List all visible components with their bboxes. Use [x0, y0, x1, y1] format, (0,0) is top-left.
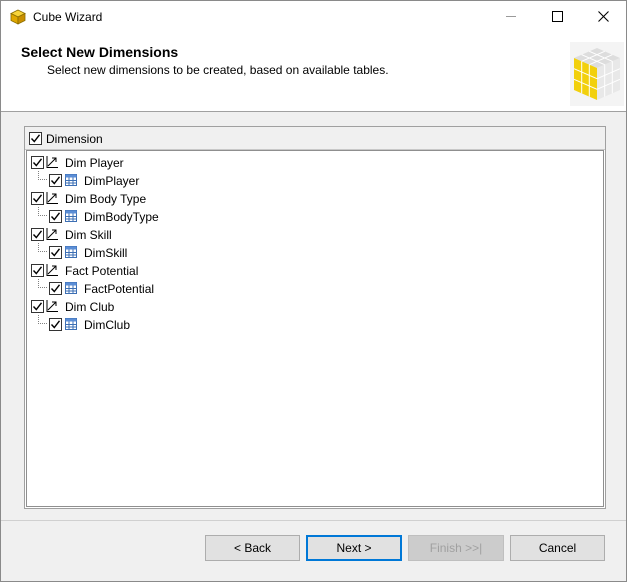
next-button[interactable]: Next > — [306, 535, 402, 561]
wizard-header: Select New Dimensions Select new dimensi… — [1, 32, 626, 112]
page-subtitle: Select new dimensions to be created, bas… — [47, 63, 389, 77]
dimension-icon — [46, 156, 58, 168]
dimension-icon — [46, 228, 58, 240]
table-icon — [65, 210, 77, 222]
window-title: Cube Wizard — [33, 10, 103, 24]
dimension-label: Dim Club — [65, 300, 115, 314]
table-row[interactable]: FactPotential — [27, 279, 587, 297]
dimension-icon — [46, 300, 58, 312]
dimension-row[interactable]: Dim Body Type — [27, 189, 587, 207]
table-checkbox[interactable] — [49, 246, 62, 259]
dimension-checkbox[interactable] — [31, 300, 44, 313]
dimension-row[interactable]: Fact Potential — [27, 261, 587, 279]
dimension-row[interactable]: Dim Player — [27, 153, 587, 171]
table-row[interactable]: DimBodyType — [27, 207, 587, 225]
table-row[interactable]: DimSkill — [27, 243, 587, 261]
cancel-button[interactable]: Cancel — [510, 535, 605, 561]
dimension-checkbox[interactable] — [31, 264, 44, 277]
dimension-checkbox[interactable] — [31, 192, 44, 205]
dimension-label: Dim Player — [65, 156, 124, 170]
table-icon — [65, 246, 77, 258]
dimension-label: Dim Skill — [65, 228, 112, 242]
finish-button: Finish >>| — [408, 535, 504, 561]
table-label: DimSkill — [84, 246, 128, 260]
dimension-column-label: Dimension — [46, 132, 103, 146]
table-row[interactable]: DimClub — [27, 315, 587, 333]
table-label: DimBodyType — [84, 210, 159, 224]
dimension-row[interactable]: Dim Club — [27, 297, 587, 315]
close-button[interactable] — [580, 1, 626, 32]
maximize-icon — [551, 11, 563, 22]
cube-banner-icon — [570, 42, 624, 106]
dimension-row[interactable]: Dim Skill — [27, 225, 587, 243]
cube-wizard-window: Cube Wizard Select New Dimensions Select… — [0, 0, 627, 582]
close-icon — [597, 11, 609, 22]
back-button[interactable]: < Back — [205, 535, 300, 561]
dimension-checkbox[interactable] — [31, 156, 44, 169]
table-icon — [65, 174, 77, 186]
table-row[interactable]: DimPlayer — [27, 171, 587, 189]
table-checkbox[interactable] — [49, 318, 62, 331]
dimension-list-panel: Dimension Dim Player DimPlayer Dim Body … — [24, 126, 606, 509]
dimension-icon — [46, 264, 58, 276]
dimension-tree[interactable]: Dim Player DimPlayer Dim Body Type DimBo… — [26, 150, 604, 507]
dimension-column-header[interactable]: Dimension — [25, 127, 605, 150]
table-checkbox[interactable] — [49, 210, 62, 223]
dimension-label: Dim Body Type — [65, 192, 147, 206]
table-checkbox[interactable] — [49, 174, 62, 187]
table-icon — [65, 318, 77, 330]
page-title: Select New Dimensions — [21, 44, 179, 60]
dimension-icon — [46, 192, 58, 204]
select-all-checkbox[interactable] — [29, 132, 42, 145]
maximize-button[interactable] — [534, 1, 580, 32]
minimize-button[interactable] — [488, 1, 534, 32]
dimension-checkbox[interactable] — [31, 228, 44, 241]
minimize-icon — [506, 16, 516, 17]
table-label: DimPlayer — [84, 174, 140, 188]
title-bar: Cube Wizard — [1, 1, 626, 32]
table-label: FactPotential — [84, 282, 155, 296]
table-label: DimClub — [84, 318, 131, 332]
dimension-label: Fact Potential — [65, 264, 139, 278]
footer-divider — [1, 520, 626, 521]
table-checkbox[interactable] — [49, 282, 62, 295]
cube-app-icon — [10, 9, 26, 25]
table-icon — [65, 282, 77, 294]
